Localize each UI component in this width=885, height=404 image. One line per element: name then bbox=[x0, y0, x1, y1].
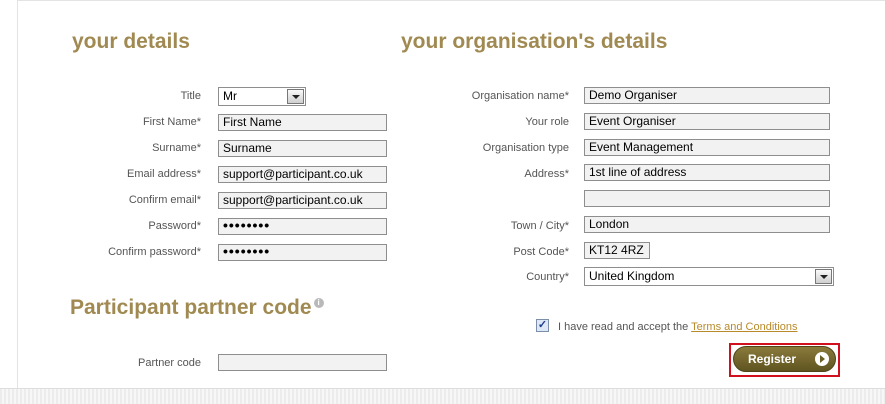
title-select-value: Mr bbox=[223, 89, 237, 103]
partner-code-label: Partner code bbox=[138, 357, 201, 369]
your-details-heading: your details bbox=[72, 30, 190, 53]
chevron-down-icon[interactable] bbox=[287, 89, 304, 104]
postcode-label: Post Code* bbox=[513, 246, 569, 258]
title-label: Title bbox=[180, 90, 201, 102]
role-field[interactable]: Event Organiser bbox=[584, 113, 830, 130]
terms-checkbox[interactable]: ✓ bbox=[536, 319, 549, 332]
surname-label: Surname* bbox=[152, 142, 201, 154]
town-label: Town / City* bbox=[510, 220, 569, 232]
terms-statement: I have read and accept the bbox=[558, 321, 692, 333]
terms-text: I have read and accept the Terms and Con… bbox=[558, 321, 798, 333]
organisation-details-heading: your organisation's details bbox=[401, 30, 668, 53]
confirm-email-label: Confirm email* bbox=[128, 194, 201, 206]
chevron-down-icon[interactable] bbox=[815, 269, 832, 284]
password-field[interactable]: •••••••• bbox=[218, 218, 387, 235]
terms-link[interactable]: Terms and Conditions bbox=[691, 321, 797, 333]
register-button[interactable]: Register bbox=[733, 346, 836, 372]
partner-code-heading: Participant partner code i bbox=[70, 296, 324, 320]
address-line2-field[interactable] bbox=[584, 190, 830, 207]
confirm-password-field[interactable]: •••••••• bbox=[218, 244, 387, 261]
organisation-type-label: Organisation type bbox=[482, 142, 569, 154]
email-label: Email address* bbox=[127, 168, 201, 180]
arrow-right-icon bbox=[815, 352, 829, 366]
organisation-name-field[interactable]: Demo Organiser bbox=[584, 87, 830, 104]
address-line1-field[interactable]: 1st line of address bbox=[584, 164, 830, 181]
password-label: Password* bbox=[148, 220, 201, 232]
title-select[interactable]: Mr bbox=[218, 87, 306, 106]
first-name-label: First Name* bbox=[142, 116, 201, 128]
info-icon[interactable]: i bbox=[313, 298, 324, 308]
surname-field[interactable]: Surname bbox=[218, 140, 387, 157]
country-select-value: United Kingdom bbox=[589, 269, 675, 283]
postcode-field[interactable]: KT12 4RZ bbox=[584, 242, 650, 259]
address-label: Address* bbox=[524, 168, 569, 180]
country-label: Country* bbox=[526, 271, 569, 283]
role-label: Your role bbox=[525, 116, 569, 128]
confirm-password-label: Confirm password* bbox=[108, 246, 201, 258]
partner-code-heading-text: Participant partner code bbox=[70, 296, 312, 319]
email-field[interactable]: support@participant.co.uk bbox=[218, 166, 387, 183]
partner-code-field[interactable] bbox=[218, 354, 387, 371]
first-name-field[interactable]: First Name bbox=[218, 114, 387, 131]
confirm-email-field[interactable]: support@participant.co.uk bbox=[218, 192, 387, 209]
organisation-name-label: Organisation name* bbox=[471, 90, 569, 102]
organisation-type-field[interactable]: Event Management bbox=[584, 139, 830, 156]
town-field[interactable]: London bbox=[584, 216, 830, 233]
country-select[interactable]: United Kingdom bbox=[584, 267, 834, 286]
register-label: Register bbox=[748, 352, 797, 366]
footer-strip bbox=[0, 388, 885, 404]
